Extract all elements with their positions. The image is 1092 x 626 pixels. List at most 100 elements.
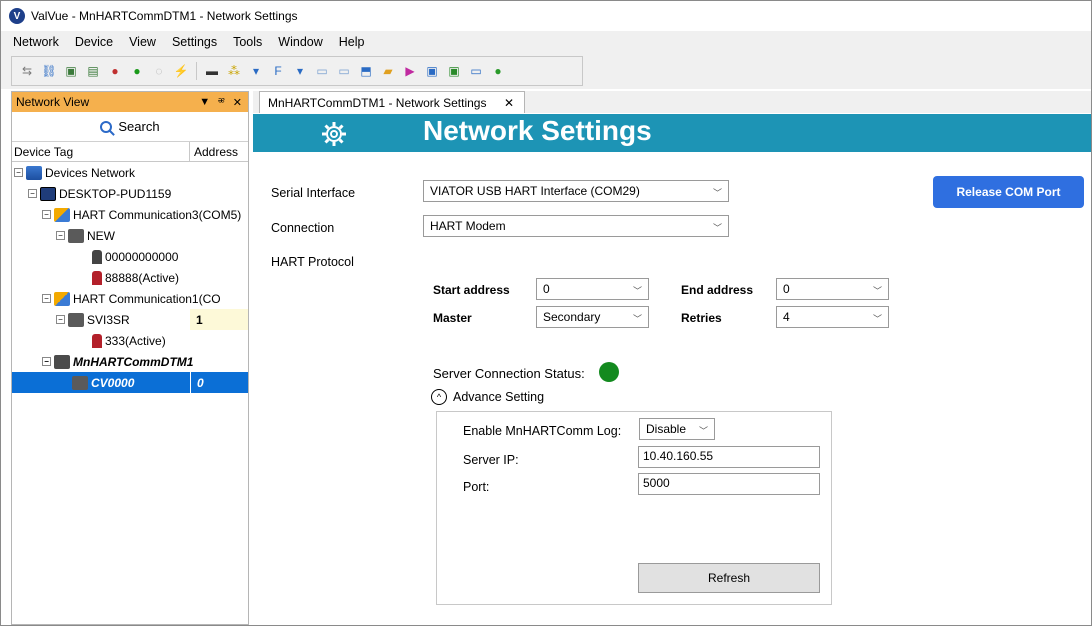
pin-icon[interactable]: ᵆ bbox=[218, 96, 225, 109]
address-cell[interactable]: 0 bbox=[190, 372, 248, 393]
collapse-icon[interactable]: − bbox=[14, 168, 23, 177]
search-label: Search bbox=[118, 119, 160, 134]
collapse-icon[interactable]: − bbox=[42, 357, 51, 366]
log-select[interactable]: Disable ﹀ bbox=[639, 418, 715, 440]
device-icon bbox=[72, 375, 88, 390]
folder-icon[interactable]: ▭ bbox=[336, 63, 352, 79]
end-address-select[interactable]: 0 ﹀ bbox=[776, 278, 889, 300]
collapse-icon[interactable]: − bbox=[42, 294, 51, 303]
dropdown-icon[interactable]: ▼ bbox=[199, 96, 210, 109]
compare-icon[interactable]: ▭ bbox=[314, 63, 330, 79]
menu-network[interactable]: Network bbox=[13, 35, 59, 49]
port-field[interactable]: 5000 bbox=[638, 473, 820, 495]
start-address-select[interactable]: 0 ﹀ bbox=[536, 278, 649, 300]
connect-icon[interactable]: ⇆ bbox=[19, 63, 35, 79]
tree-label: 00000000000 bbox=[105, 249, 179, 264]
tab-network-settings[interactable]: MnHARTCommDTM1 - Network Settings ✕ bbox=[259, 91, 525, 113]
tree-column-header: Device Tag Address bbox=[12, 142, 248, 162]
chevron-down-icon: ﹀ bbox=[632, 286, 642, 296]
chevron-down-icon: ﹀ bbox=[698, 426, 708, 436]
online-icon[interactable]: ● bbox=[129, 63, 145, 79]
tree-item-mnhartcommdtm1[interactable]: − MnHARTCommDTM1 bbox=[12, 351, 248, 372]
server-ip-field[interactable]: 10.40.160.55 bbox=[638, 446, 820, 468]
report-icon[interactable]: ▶ bbox=[402, 63, 418, 79]
serial-interface-label: Serial Interface bbox=[271, 186, 356, 200]
tree-item-00000000000[interactable]: 00000000000 bbox=[12, 246, 248, 267]
advance-setting-label[interactable]: Advance Setting bbox=[453, 390, 544, 404]
param-icon[interactable]: ● bbox=[107, 63, 123, 79]
toolbar-separator bbox=[196, 62, 197, 80]
menu-window[interactable]: Window bbox=[278, 35, 322, 49]
tree-label: 88888(Active) bbox=[105, 270, 180, 285]
log-value: Disable bbox=[646, 422, 687, 436]
tree-item-hart-com5[interactable]: − HART Communication3(COM5) bbox=[12, 204, 248, 225]
close-icon[interactable]: ✕ bbox=[504, 96, 514, 110]
column-device-tag[interactable]: Device Tag bbox=[12, 142, 190, 161]
tree-item-svi3sr[interactable]: − SVI3SR 1 bbox=[12, 309, 248, 330]
chart-icon[interactable]: ▣ bbox=[446, 63, 462, 79]
filter-icon[interactable]: ▾ bbox=[248, 63, 264, 79]
positioner-icon bbox=[92, 249, 102, 264]
menu-settings[interactable]: Settings bbox=[172, 35, 217, 49]
end-address-label: End address bbox=[681, 283, 754, 297]
positioner-icon bbox=[92, 270, 102, 285]
bus-icon[interactable]: ⁂ bbox=[226, 63, 242, 79]
network-settings-form: Serial Interface VIATOR USB HART Interfa… bbox=[253, 152, 1091, 625]
connection-select[interactable]: HART Modem ﹀ bbox=[423, 215, 729, 237]
tree-label: MnHARTCommDTM1 bbox=[73, 354, 194, 369]
advance-setting-toggle[interactable]: ^ bbox=[431, 389, 447, 405]
device-tree: − Devices Network − DESKTOP-PUD1159 − HA… bbox=[12, 162, 248, 393]
search-button[interactable]: Search bbox=[12, 112, 248, 142]
retries-select[interactable]: 4 ﹀ bbox=[776, 306, 889, 328]
menu-view[interactable]: View bbox=[129, 35, 156, 49]
dtm-icon bbox=[54, 354, 70, 369]
tree-item-333[interactable]: 333(Active) bbox=[12, 330, 248, 351]
export-icon[interactable]: ⬒ bbox=[358, 63, 374, 79]
menu-bar: Network Device View Settings Tools Windo… bbox=[1, 31, 1091, 53]
end-address-value: 0 bbox=[783, 282, 790, 296]
chevron-down-icon: ﹀ bbox=[632, 314, 642, 324]
window-title: ValVue - MnHARTCommDTM1 - Network Settin… bbox=[31, 9, 298, 23]
serial-interface-select[interactable]: VIATOR USB HART Interface (COM29) ﹀ bbox=[423, 180, 729, 202]
menu-device[interactable]: Device bbox=[75, 35, 113, 49]
help-icon[interactable]: ● bbox=[490, 63, 506, 79]
scan-icon[interactable]: ▰ bbox=[380, 63, 396, 79]
serial-interface-value: VIATOR USB HART Interface (COM29) bbox=[430, 184, 640, 198]
device-add-icon[interactable]: ▤ bbox=[85, 63, 101, 79]
retries-value: 4 bbox=[783, 310, 790, 324]
chevron-down-icon: ﹀ bbox=[712, 223, 722, 233]
tree-item-desktop[interactable]: − DESKTOP-PUD1159 bbox=[12, 183, 248, 204]
master-select[interactable]: Secondary ﹀ bbox=[536, 306, 649, 328]
log-label: Enable MnHARTComm Log: bbox=[463, 424, 622, 438]
disconnect-icon[interactable]: ⚡ bbox=[173, 63, 189, 79]
screen-icon[interactable]: ▭ bbox=[468, 63, 484, 79]
address-cell[interactable]: 1 bbox=[190, 309, 248, 330]
menu-tools[interactable]: Tools bbox=[233, 35, 262, 49]
tree-item-88888[interactable]: 88888(Active) bbox=[12, 267, 248, 288]
tree-item-devices-network[interactable]: − Devices Network bbox=[12, 162, 248, 183]
collapse-icon[interactable]: − bbox=[28, 189, 37, 198]
menu-help[interactable]: Help bbox=[339, 35, 365, 49]
device-icon[interactable]: ▣ bbox=[63, 63, 79, 79]
tree-item-cv0000[interactable]: CV0000 0 bbox=[12, 372, 248, 393]
close-icon[interactable]: ✕ bbox=[233, 96, 242, 109]
refresh-button[interactable]: Refresh bbox=[638, 563, 820, 593]
collapse-icon[interactable]: − bbox=[56, 315, 65, 324]
release-com-port-button[interactable]: Release COM Port bbox=[933, 176, 1084, 208]
io-icon[interactable]: ▬ bbox=[204, 63, 220, 79]
download-icon[interactable]: ▾ bbox=[292, 63, 308, 79]
tree-label: NEW bbox=[87, 228, 115, 243]
monitor-icon[interactable]: ▣ bbox=[424, 63, 440, 79]
collapse-icon[interactable]: − bbox=[56, 231, 65, 240]
page-banner: Network Settings bbox=[253, 114, 1091, 152]
column-address[interactable]: Address bbox=[190, 142, 248, 161]
offline-icon[interactable]: ◌ bbox=[151, 63, 167, 79]
network-icon[interactable]: ⛓ bbox=[41, 63, 57, 79]
tree-item-hart-com1[interactable]: − HART Communication1(CO bbox=[12, 288, 248, 309]
network-view-header: Network View ▼ ᵆ ✕ bbox=[12, 92, 248, 112]
tree-item-new[interactable]: − NEW bbox=[12, 225, 248, 246]
collapse-icon[interactable]: − bbox=[42, 210, 51, 219]
pane-title: Network View bbox=[16, 95, 90, 109]
upload-icon[interactable]: F bbox=[270, 63, 286, 79]
port-label: Port: bbox=[463, 480, 490, 494]
